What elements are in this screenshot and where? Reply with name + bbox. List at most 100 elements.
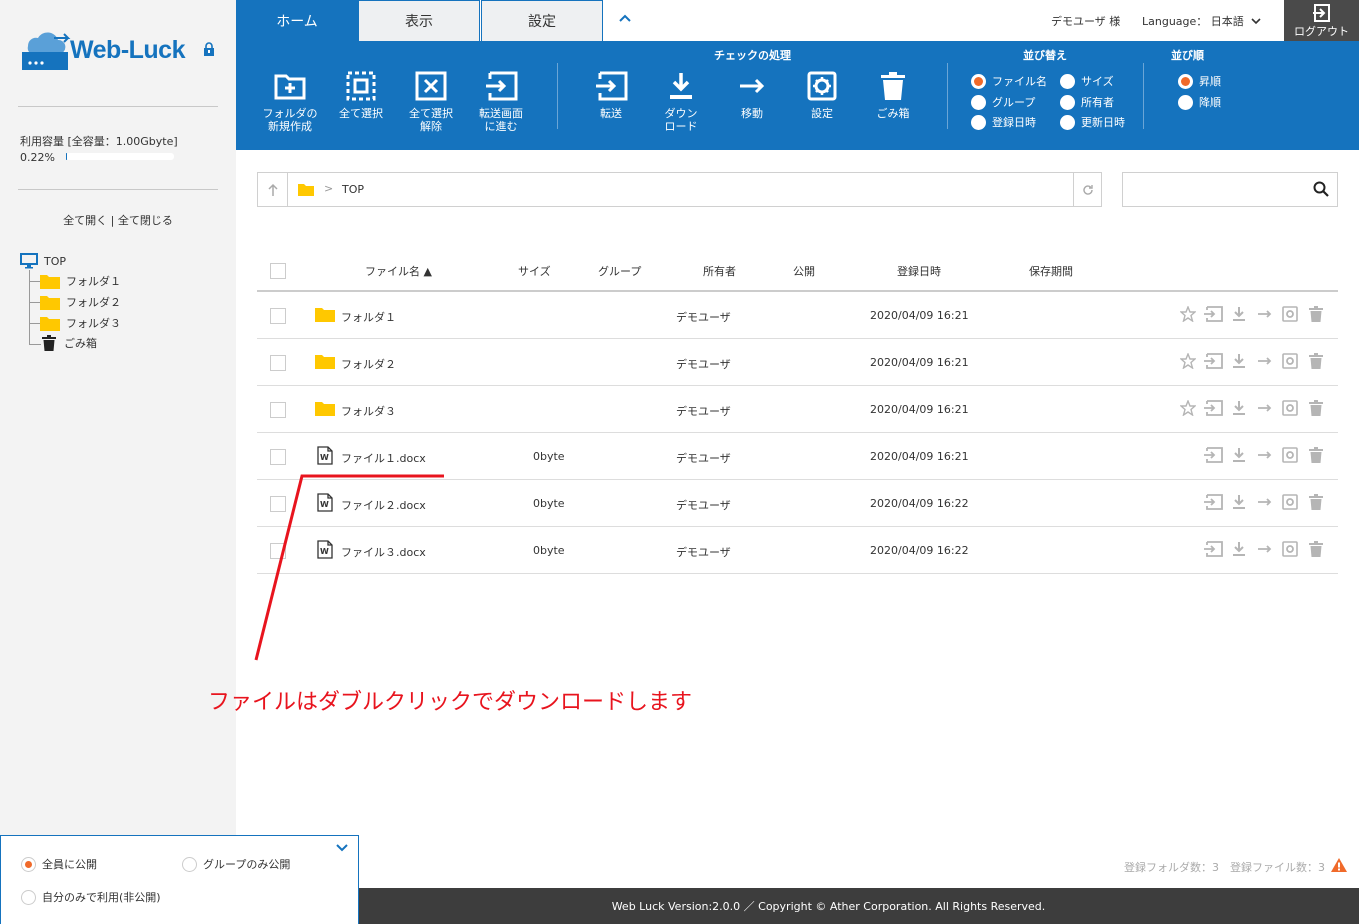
- download-icon[interactable]: [1231, 353, 1247, 372]
- download-icon[interactable]: [1231, 494, 1247, 513]
- file-size: 0byte: [533, 497, 565, 510]
- transfer-icon[interactable]: [1203, 541, 1223, 560]
- sort-radio-owner[interactable]: 所有者: [1060, 94, 1114, 110]
- tab-view[interactable]: 表示: [358, 0, 480, 41]
- new-folder-button[interactable]: フォルダの 新規作成: [257, 71, 323, 133]
- star-icon[interactable]: [1179, 305, 1197, 325]
- trash-icon[interactable]: [1309, 353, 1323, 372]
- header-public[interactable]: 公開: [793, 263, 815, 279]
- logout-button[interactable]: ログアウト: [1284, 0, 1359, 41]
- file-name[interactable]: フォルダ３: [341, 403, 396, 419]
- sort-radio-filename[interactable]: ファイル名: [971, 73, 1047, 89]
- trash-icon[interactable]: [1309, 541, 1323, 560]
- folder-plus-icon: [274, 74, 306, 100]
- star-icon[interactable]: [1179, 399, 1197, 419]
- warning-icon[interactable]: [1330, 857, 1348, 873]
- file-name[interactable]: フォルダ２: [341, 356, 396, 372]
- download-icon[interactable]: [1231, 306, 1247, 325]
- arrow-right-icon[interactable]: [1257, 353, 1273, 372]
- select-all-checkbox[interactable]: [270, 263, 286, 279]
- order-radio-desc[interactable]: 降順: [1178, 94, 1221, 110]
- gear-icon[interactable]: [1282, 306, 1298, 325]
- publish-radio-private[interactable]: 自分のみで利用(非公開): [21, 889, 161, 905]
- arrow-right-icon[interactable]: [1257, 447, 1273, 466]
- gear-icon[interactable]: [1282, 400, 1298, 419]
- sort-group-title: 並び替え: [1023, 49, 1067, 62]
- collapse-all-link[interactable]: 全て閉じる: [118, 214, 173, 227]
- collapse-ribbon-button[interactable]: [618, 8, 638, 28]
- sort-radio-size[interactable]: サイズ: [1060, 73, 1114, 89]
- table-row[interactable]: フォルダ２ デモユーザ 2020/04/09 16:21: [257, 339, 1338, 386]
- breadcrumb-separator-icon: >: [324, 182, 334, 195]
- sort-radio-created[interactable]: 登録日時: [971, 114, 1036, 130]
- gear-icon[interactable]: [1282, 541, 1298, 560]
- tree-item-trash[interactable]: ごみ箱: [42, 333, 97, 353]
- transfer-icon[interactable]: [1203, 447, 1223, 466]
- order-radio-asc[interactable]: 昇順: [1178, 73, 1221, 89]
- trash-button[interactable]: ごみ箱: [860, 71, 926, 120]
- tree-item-top[interactable]: TOP: [20, 251, 66, 271]
- header-retention[interactable]: 保存期間: [1029, 263, 1073, 279]
- select-all-button[interactable]: 全て選択: [328, 71, 394, 120]
- file-created: 2020/04/09 16:21: [870, 450, 969, 463]
- transfer-icon[interactable]: [1203, 306, 1223, 325]
- row-checkbox[interactable]: [270, 402, 286, 418]
- transfer-icon[interactable]: [1203, 400, 1223, 419]
- publish-radio-group[interactable]: グループのみ公開: [182, 856, 290, 872]
- arrow-right-icon[interactable]: [1257, 306, 1273, 325]
- transfer-icon[interactable]: [1203, 353, 1223, 372]
- header-size[interactable]: サイズ: [518, 263, 551, 279]
- tree-item-folder[interactable]: フォルダ２: [40, 292, 121, 312]
- gear-icon[interactable]: [1282, 494, 1298, 513]
- sort-radio-updated[interactable]: 更新日時: [1060, 114, 1125, 130]
- star-icon[interactable]: [1179, 352, 1197, 372]
- gear-icon[interactable]: [1282, 447, 1298, 466]
- parent-folder-button[interactable]: [258, 173, 288, 206]
- transfer-button[interactable]: 転送: [578, 71, 644, 120]
- header-owner[interactable]: 所有者: [703, 263, 736, 279]
- table-row[interactable]: フォルダ３ デモユーザ 2020/04/09 16:21: [257, 386, 1338, 433]
- chevron-down-icon[interactable]: [336, 844, 348, 852]
- settings-button[interactable]: 設定: [789, 71, 855, 120]
- trash-icon[interactable]: [1309, 447, 1323, 466]
- tab-settings[interactable]: 設定: [481, 0, 603, 41]
- trash-icon[interactable]: [1309, 306, 1323, 325]
- search-input[interactable]: [1123, 173, 1303, 206]
- tab-home[interactable]: ホーム: [236, 0, 358, 41]
- file-name[interactable]: ファイル１.docx: [341, 450, 426, 466]
- gear-icon[interactable]: [1282, 353, 1298, 372]
- file-name[interactable]: フォルダ１: [341, 309, 396, 325]
- trash-icon[interactable]: [1309, 494, 1323, 513]
- sort-radio-group[interactable]: グループ: [971, 94, 1035, 110]
- table-row[interactable]: フォルダ１ デモユーザ 2020/04/09 16:21: [257, 292, 1338, 339]
- arrow-right-icon[interactable]: [1257, 400, 1273, 419]
- language-select[interactable]: Language： 日本語: [1142, 13, 1261, 29]
- radio-dot: [1060, 114, 1075, 130]
- go-transfer-button[interactable]: 転送画面 に進む: [468, 71, 534, 133]
- search-icon[interactable]: [1313, 181, 1329, 197]
- download-icon[interactable]: [1231, 447, 1247, 466]
- row-checkbox[interactable]: [270, 355, 286, 371]
- arrow-right-icon[interactable]: [1257, 541, 1273, 560]
- header-filename[interactable]: ファイル名 ▲: [365, 263, 432, 279]
- publish-radio-all[interactable]: 全員に公開: [21, 856, 97, 872]
- deselect-all-button[interactable]: 全て選択 解除: [398, 71, 464, 133]
- download-button[interactable]: ダウン ロード: [648, 71, 714, 133]
- row-checkbox[interactable]: [270, 308, 286, 324]
- trash-icon[interactable]: [1309, 400, 1323, 419]
- transfer-icon[interactable]: [1203, 494, 1223, 513]
- download-icon[interactable]: [1231, 541, 1247, 560]
- refresh-button[interactable]: [1073, 173, 1101, 206]
- download-icon[interactable]: [1231, 400, 1247, 419]
- arrow-right-icon[interactable]: [1257, 494, 1273, 513]
- tree-item-label: TOP: [44, 254, 67, 268]
- tree-item-folder[interactable]: フォルダ３: [40, 313, 121, 333]
- row-checkbox[interactable]: [270, 449, 286, 465]
- tree-item-folder[interactable]: フォルダ１: [40, 271, 121, 291]
- breadcrumb-top[interactable]: TOP: [342, 183, 364, 196]
- move-button[interactable]: 移動: [719, 71, 785, 120]
- tree-item-label: ごみ箱: [64, 337, 97, 350]
- expand-all-link[interactable]: 全て開く: [63, 214, 107, 227]
- header-created[interactable]: 登録日時: [897, 263, 941, 279]
- header-group[interactable]: グループ: [598, 263, 641, 279]
